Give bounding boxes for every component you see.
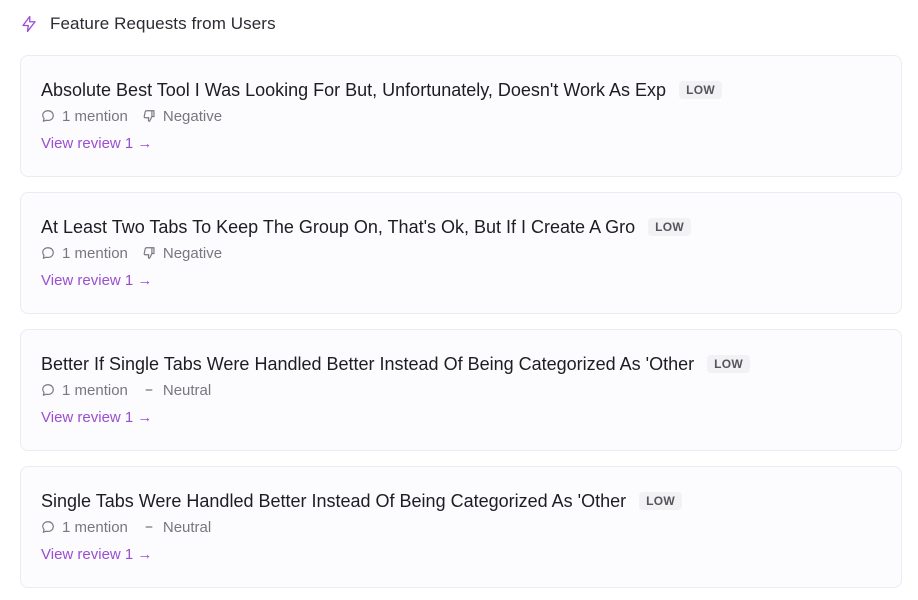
- dash-icon: [142, 383, 156, 397]
- comment-icon: [41, 520, 55, 534]
- panel-title: Feature Requests from Users: [50, 14, 276, 33]
- mention-count: 1 mention: [62, 381, 128, 399]
- view-review-link[interactable]: View review 1 →: [41, 272, 152, 289]
- mention-count: 1 mention: [62, 244, 128, 262]
- comment-icon: [41, 383, 55, 397]
- feature-request-meta: 1 mention Neutral: [41, 379, 881, 401]
- sentiment-label: Neutral: [162, 518, 212, 536]
- feature-request-title: Absolute Best Tool I Was Looking For But…: [41, 79, 667, 100]
- feature-request-title: Single Tabs Were Handled Better Instead …: [41, 490, 627, 511]
- priority-badge: LOW: [648, 218, 691, 236]
- lightning-bolt-icon: [20, 15, 38, 33]
- panel-header: Feature Requests from Users: [20, 10, 902, 38]
- feature-request-card: At Least Two Tabs To Keep The Group On, …: [20, 192, 902, 314]
- mention-count: 1 mention: [62, 518, 128, 536]
- feature-request-meta: 1 mention Negative: [41, 242, 881, 264]
- feature-request-title: Better If Single Tabs Were Handled Bette…: [41, 353, 695, 374]
- feature-request-list: Absolute Best Tool I Was Looking For But…: [20, 55, 902, 588]
- feature-request-meta: 1 mention Neutral: [41, 516, 881, 538]
- feature-requests-panel: Feature Requests from Users Absolute Bes…: [0, 0, 918, 600]
- thumbs-down-icon: [142, 109, 156, 123]
- priority-badge: LOW: [639, 492, 682, 510]
- thumbs-down-icon: [142, 246, 156, 260]
- comment-icon: [41, 109, 55, 123]
- feature-request-title: At Least Two Tabs To Keep The Group On, …: [41, 216, 636, 237]
- comment-icon: [41, 246, 55, 260]
- feature-request-meta: 1 mention Negative: [41, 105, 881, 127]
- sentiment-label: Negative: [162, 244, 223, 262]
- sentiment-label: Neutral: [162, 381, 212, 399]
- view-review-link[interactable]: View review 1 →: [41, 546, 152, 563]
- priority-badge: LOW: [679, 81, 722, 99]
- priority-badge: LOW: [707, 355, 751, 373]
- dash-icon: [142, 520, 156, 534]
- view-review-link[interactable]: View review 1 →: [41, 409, 152, 426]
- sentiment-label: Negative: [162, 107, 223, 125]
- feature-request-card: Better If Single Tabs Were Handled Bette…: [20, 329, 902, 451]
- view-review-link[interactable]: View review 1 →: [41, 135, 152, 152]
- feature-request-card: Single Tabs Were Handled Better Instead …: [20, 466, 902, 588]
- mention-count: 1 mention: [62, 107, 128, 125]
- feature-request-card: Absolute Best Tool I Was Looking For But…: [20, 55, 902, 177]
